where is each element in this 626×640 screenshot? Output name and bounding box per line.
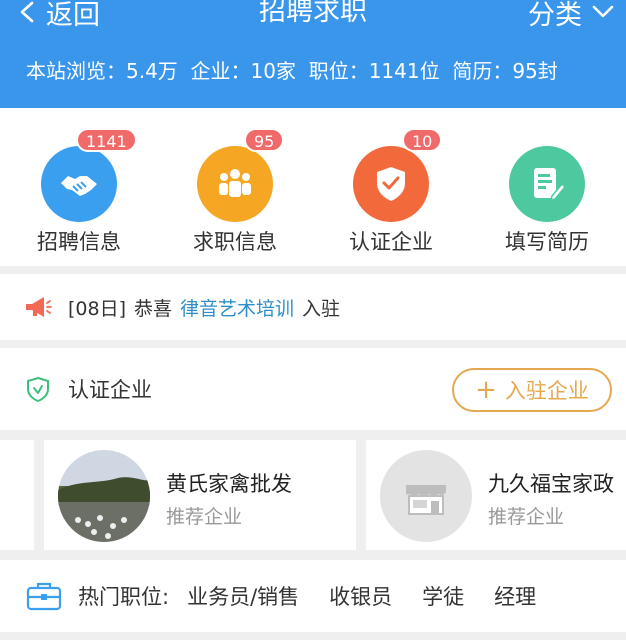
briefcase-icon — [26, 582, 62, 611]
stat-companies-value: 10家 — [250, 59, 296, 83]
join-company-label: 入驻企业 — [504, 379, 589, 403]
quick-label-certified: 认证企业 — [349, 230, 433, 254]
handshake-icon — [41, 146, 117, 222]
chevron-down-icon — [592, 5, 614, 18]
quick-item-certified[interactable]: 10 认证企业 — [336, 128, 446, 258]
stat-resumes-label: 简历： — [452, 59, 513, 83]
badge-recruitment-count: 1141 — [76, 128, 137, 152]
category-label: 分类 — [528, 0, 582, 31]
app-root: 返回 招聘求职 分类 本站浏览：5.4万 企业：10家 职位：1141位 简历：… — [0, 0, 626, 640]
hot-job-link[interactable]: 经理 — [494, 581, 536, 611]
hot-job-link[interactable]: 学徒 — [422, 581, 464, 611]
stat-views-label: 本站浏览： — [26, 59, 126, 83]
megaphone-icon — [26, 297, 52, 317]
stat-positions-value: 1141位 — [368, 59, 440, 83]
company-avatar — [58, 450, 150, 542]
hot-job-link[interactable]: 业务员/销售 — [187, 581, 299, 611]
stat-resumes-value: 95封 — [512, 59, 558, 83]
company-name: 九久福宝家政 — [488, 472, 614, 496]
quick-item-resume[interactable]: 填写简历 — [492, 128, 602, 258]
storefront-icon — [380, 450, 472, 542]
notice-date: [08日] — [68, 297, 127, 320]
join-company-button[interactable]: + 入驻企业 — [452, 368, 612, 412]
certified-section-title: 认证企业 — [68, 378, 152, 402]
company-tag: 推荐企业 — [488, 506, 565, 528]
company-card-prev[interactable] — [0, 440, 34, 550]
company-name: 黄氏家禽批发 — [166, 472, 292, 496]
company-card[interactable]: 黄氏家禽批发 推荐企业 — [44, 440, 356, 550]
notice-prefix: 恭喜 — [134, 297, 173, 320]
notice-company-link[interactable]: 律音艺术培训 — [180, 294, 294, 321]
document-edit-icon — [509, 146, 585, 222]
hot-jobs-label: 热门职位: — [78, 585, 170, 609]
announcement-bar[interactable]: [08日] 恭喜 律音艺术培训 入驻 — [0, 274, 626, 340]
plus-icon: + — [475, 375, 497, 405]
company-carousel[interactable]: 黄氏家禽批发 推荐企业 九久福宝家政 推荐企业 — [0, 430, 626, 554]
notice-suffix: 入驻 — [302, 297, 341, 320]
stat-positions-label: 职位： — [308, 59, 369, 83]
hot-jobs-bar: 热门职位: 业务员/销售 收银员 学徒 经理 — [0, 560, 626, 632]
quick-label-recruitment: 招聘信息 — [37, 230, 121, 254]
company-tag: 推荐企业 — [166, 506, 243, 528]
stat-views-value: 5.4万 — [126, 59, 178, 83]
hot-job-link[interactable]: 收银员 — [329, 581, 392, 611]
quick-label-jobseeking: 求职信息 — [193, 230, 277, 254]
company-card[interactable]: 九久福宝家政 推荐企业 — [366, 440, 626, 550]
quick-item-recruitment[interactable]: 1141 招聘信息 — [24, 128, 137, 258]
badge-jobseeking-count: 95 — [244, 128, 285, 152]
quick-label-resume: 填写简历 — [505, 230, 589, 254]
stat-companies-label: 企业： — [190, 59, 251, 83]
quick-entries: 1141 招聘信息 95 求职信息 10 认证企业 填写简历 — [0, 108, 626, 266]
shield-check-icon — [353, 146, 429, 222]
shield-outline-icon — [27, 376, 49, 402]
site-stats: 本站浏览：5.4万 企业：10家 职位：1141位 简历：95封 — [26, 54, 558, 88]
people-icon — [197, 146, 273, 222]
badge-certified-count: 10 — [402, 128, 443, 152]
certified-section-header: 认证企业 + 入驻企业 — [0, 348, 626, 430]
header: 返回 招聘求职 分类 本站浏览：5.4万 企业：10家 职位：1141位 简历：… — [0, 0, 626, 108]
quick-item-jobseeking[interactable]: 95 求职信息 — [180, 128, 290, 258]
top-bar: 返回 招聘求职 分类 — [0, 0, 626, 36]
category-dropdown[interactable]: 分类 — [528, 0, 614, 36]
